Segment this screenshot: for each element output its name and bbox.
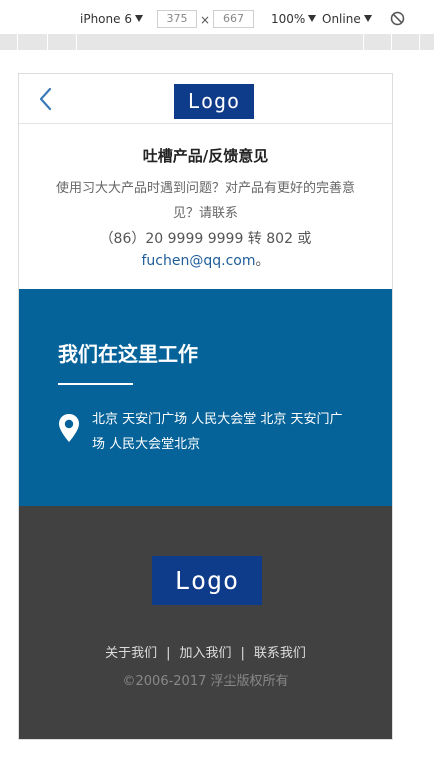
location-pin-icon: [59, 414, 79, 442]
feedback-title: 吐槽产品/反馈意见: [142, 147, 269, 165]
zoom-select-label: 100%: [271, 12, 306, 26]
title-underline: [58, 383, 133, 385]
link-separator: |: [166, 646, 171, 661]
chevron-down-icon: [134, 15, 143, 22]
zoom-select[interactable]: 100%: [271, 10, 317, 28]
network-select-label: Online: [322, 12, 361, 26]
copyright: ©2006-2017 浮尘版权所有: [122, 674, 289, 689]
width-input[interactable]: 375: [157, 10, 197, 28]
chevron-down-icon: [308, 15, 317, 22]
contact-email-link[interactable]: fuchen@qq.com: [142, 253, 256, 269]
device-toolbar: iPhone 6 375 × 667 100% Online: [0, 0, 434, 34]
device-select[interactable]: iPhone 6: [80, 10, 143, 28]
top-nav: Logo: [19, 74, 392, 124]
footer-link-join[interactable]: 加入我们: [179, 646, 231, 661]
device-select-label: iPhone 6: [80, 12, 132, 26]
footer-logo[interactable]: Logo: [152, 556, 262, 605]
header-logo[interactable]: Logo: [174, 84, 254, 119]
work-address: 北京 天安门广场 人民大会堂 北京 天安门广场 人民大会堂北京: [92, 412, 343, 452]
device-viewport: Logo 吐槽产品/反馈意见 使用习大大产品时遇到问题？对产品有更好的完善意见？…: [18, 73, 393, 740]
contact-end: 。: [255, 253, 270, 269]
network-select[interactable]: Online: [322, 10, 372, 28]
contact-phone: （86）20 9999 9999 转 802 或: [99, 231, 312, 247]
dimension-separator: ×: [200, 13, 211, 27]
feedback-section: 吐槽产品/反馈意见 使用习大大产品时遇到问题？对产品有更好的完善意见？请联系 （…: [19, 124, 392, 289]
rotate-icon[interactable]: [390, 11, 405, 26]
media-query-bar[interactable]: [0, 34, 434, 50]
chevron-down-icon: [363, 15, 372, 22]
link-separator: |: [240, 646, 245, 661]
back-arrow-icon[interactable]: [35, 86, 57, 112]
footer-link-contact[interactable]: 联系我们: [254, 646, 306, 661]
footer-links: 关于我们 | 加入我们 | 联系我们: [19, 644, 392, 664]
footer-link-about[interactable]: 关于我们: [105, 646, 157, 661]
height-input[interactable]: 667: [213, 10, 254, 28]
feedback-description: 使用习大大产品时遇到问题？对产品有更好的完善意见？请联系: [55, 181, 355, 221]
footer: Logo 关于我们 | 加入我们 | 联系我们 ©2006-2017 浮尘版权所有: [19, 506, 392, 739]
work-title: 我们在这里工作: [58, 342, 198, 366]
feedback-contact: （86）20 9999 9999 转 802 或 fuchen@qq.com。: [45, 228, 366, 272]
work-location-section: 我们在这里工作 北京 天安门广场 人民大会堂 北京 天安门广场 人民大会堂北京: [19, 289, 392, 506]
